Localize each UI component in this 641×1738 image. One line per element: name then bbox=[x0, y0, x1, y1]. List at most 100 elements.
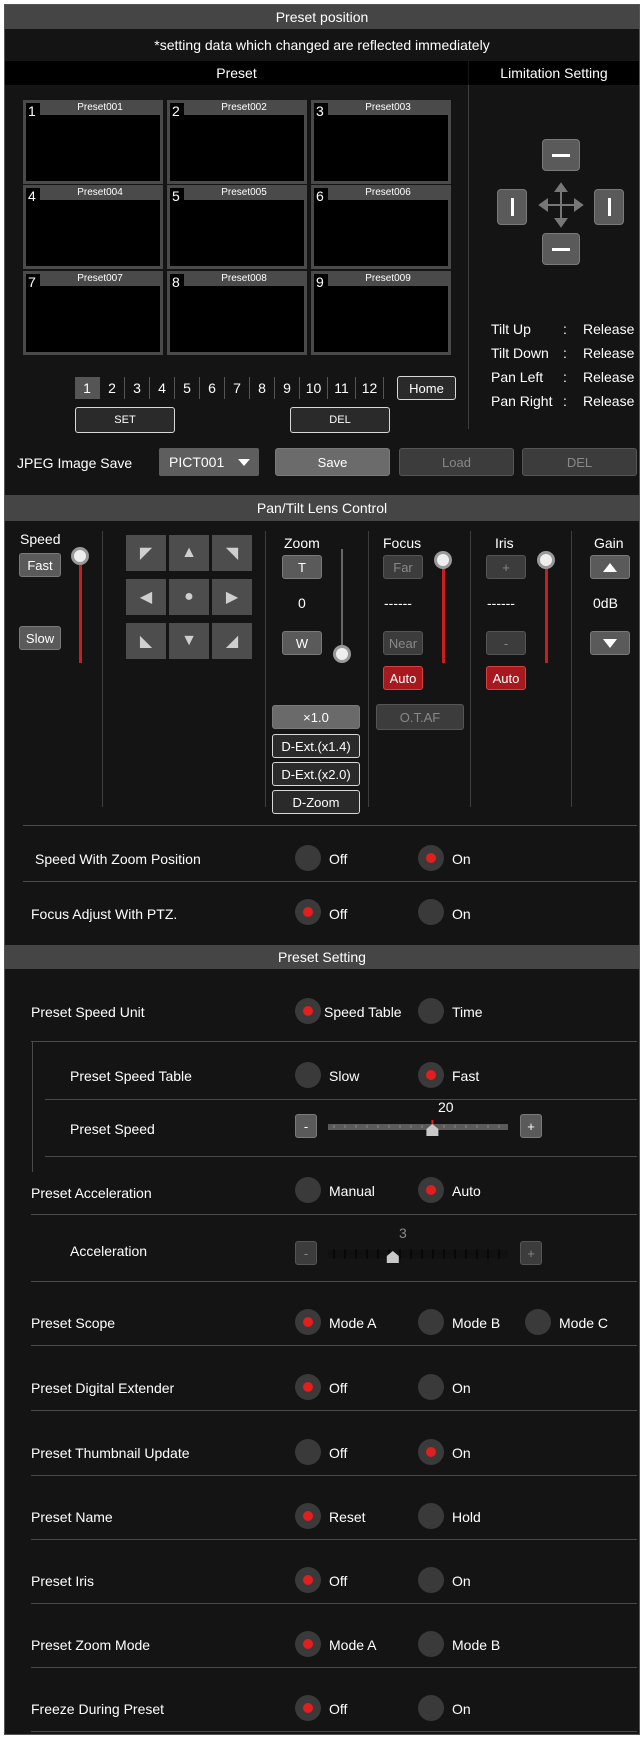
limit-pan-right-button[interactable] bbox=[594, 189, 624, 225]
preset-thumbnail[interactable]: Preset004 4 bbox=[23, 185, 163, 269]
preset-thumbnail[interactable]: Preset008 8 bbox=[167, 271, 307, 355]
acceleration-auto-radio[interactable] bbox=[418, 1177, 444, 1203]
preset-page-2[interactable]: 2 bbox=[100, 377, 125, 399]
preset-page-12[interactable]: 12 bbox=[356, 377, 384, 399]
preset-thumbnail[interactable]: Preset007 7 bbox=[23, 271, 163, 355]
preset-thumbnail[interactable]: Preset002 2 bbox=[167, 100, 307, 184]
preset-freeze-opt1-radio[interactable] bbox=[295, 1695, 321, 1721]
dzoom-button[interactable]: D-Zoom bbox=[272, 790, 360, 814]
preset-thumbnail[interactable]: Preset005 5 bbox=[167, 185, 307, 269]
preset-zoom-mode-opt2-label: Mode B bbox=[452, 1637, 501, 1653]
pt-left-button[interactable]: ◀ bbox=[126, 579, 166, 615]
preset-thumbnail[interactable]: Preset003 3 bbox=[311, 100, 451, 184]
pt-down-left-button[interactable]: ◣ bbox=[126, 623, 166, 659]
focus-slider-knob[interactable] bbox=[434, 551, 452, 569]
jpeg-load-button[interactable]: Load bbox=[399, 448, 514, 476]
pt-down-right-button[interactable]: ◢ bbox=[212, 623, 252, 659]
gain-down-button[interactable] bbox=[590, 631, 630, 655]
preset-page-6[interactable]: 6 bbox=[200, 377, 225, 399]
home-button[interactable]: Home bbox=[397, 376, 456, 400]
focus-near-button[interactable]: Near bbox=[383, 631, 423, 655]
preset-zoom-mode-opt2-radio[interactable] bbox=[418, 1631, 444, 1657]
preset-zoom-mode-opt1-radio[interactable] bbox=[295, 1631, 321, 1657]
limit-row-sep: : bbox=[563, 321, 567, 337]
preset-page-9[interactable]: 9 bbox=[275, 377, 300, 399]
preset-page-5[interactable]: 5 bbox=[175, 377, 200, 399]
speed-slider-track[interactable] bbox=[79, 564, 82, 663]
iris-slider-knob[interactable] bbox=[537, 551, 555, 569]
acceleration-minus-button[interactable]: - bbox=[295, 1241, 317, 1265]
speed-fast-button[interactable]: Fast bbox=[19, 553, 61, 577]
preset-page-7[interactable]: 7 bbox=[225, 377, 250, 399]
focus-ptz-off-radio[interactable] bbox=[295, 899, 321, 925]
set-button[interactable]: SET bbox=[75, 407, 175, 433]
preset-scope-opt3-radio[interactable] bbox=[525, 1309, 551, 1335]
preset-page-3[interactable]: 3 bbox=[125, 377, 150, 399]
dext-1-4-button[interactable]: D-Ext.(x1.4) bbox=[272, 734, 360, 758]
preset-scope-opt2-radio[interactable] bbox=[418, 1309, 444, 1335]
preset-scope-opt1-radio[interactable] bbox=[295, 1309, 321, 1335]
page: Preset position *setting data which chan… bbox=[0, 0, 641, 1738]
gain-up-button[interactable] bbox=[590, 555, 630, 579]
del-button[interactable]: DEL bbox=[290, 407, 390, 433]
preset-speed-slider[interactable] bbox=[328, 1120, 508, 1136]
pt-up-right-button[interactable]: ◥ bbox=[212, 535, 252, 571]
preset-page-11[interactable]: 11 bbox=[328, 377, 356, 399]
limit-pan-left-button[interactable] bbox=[497, 189, 527, 225]
speed-unit-time-radio[interactable] bbox=[418, 998, 444, 1024]
speed-table-slow-radio[interactable] bbox=[295, 1062, 321, 1088]
iris-slider-track[interactable] bbox=[545, 568, 548, 663]
speed-unit-table-radio[interactable] bbox=[295, 998, 321, 1024]
preset-thumb-update-opt2-radio[interactable] bbox=[418, 1439, 444, 1465]
preset-speed-minus-button[interactable]: - bbox=[295, 1114, 317, 1138]
pt-right-button[interactable]: ▶ bbox=[212, 579, 252, 615]
focus-far-button[interactable]: Far bbox=[383, 555, 423, 579]
jpeg-file-select[interactable]: PICT001 bbox=[159, 448, 259, 476]
focus-auto-button[interactable]: Auto bbox=[383, 666, 423, 690]
speed-slider-knob[interactable] bbox=[71, 547, 89, 565]
preset-speed-plus-button[interactable]: + bbox=[520, 1114, 542, 1138]
jpeg-save-button[interactable]: Save bbox=[275, 448, 390, 476]
pt-up-button[interactable]: ▲ bbox=[169, 535, 209, 571]
preset-digital-ext-opt1-radio[interactable] bbox=[295, 1374, 321, 1400]
speed-table-fast-radio[interactable] bbox=[418, 1062, 444, 1088]
pt-down-button[interactable]: ▼ bbox=[169, 623, 209, 659]
otaf-button[interactable]: O.T.AF bbox=[376, 704, 464, 730]
preset-freeze-opt2-radio[interactable] bbox=[418, 1695, 444, 1721]
iris-plus-button[interactable]: + bbox=[486, 555, 526, 579]
preset-page-1[interactable]: 1 bbox=[75, 377, 100, 399]
iris-auto-button[interactable]: Auto bbox=[486, 666, 526, 690]
dext-2-0-button[interactable]: D-Ext.(x2.0) bbox=[272, 762, 360, 786]
speed-zoom-on-radio[interactable] bbox=[418, 845, 444, 871]
acceleration-slider[interactable] bbox=[328, 1247, 508, 1269]
jpeg-del-button[interactable]: DEL bbox=[522, 448, 637, 476]
pt-home-button[interactable]: ● bbox=[169, 579, 209, 615]
zoom-tele-button[interactable]: T bbox=[282, 555, 322, 579]
zoom-slider-track[interactable] bbox=[341, 549, 343, 655]
preset-iris-opt1-radio[interactable] bbox=[295, 1567, 321, 1593]
speed-zoom-off-radio[interactable] bbox=[295, 845, 321, 871]
limit-tilt-up-button[interactable] bbox=[542, 139, 580, 171]
focus-ptz-on-radio[interactable] bbox=[418, 899, 444, 925]
iris-minus-button[interactable]: - bbox=[486, 631, 526, 655]
focus-slider-track[interactable] bbox=[442, 568, 445, 663]
zoom-x1-button[interactable]: ×1.0 bbox=[272, 705, 360, 729]
preset-page-10[interactable]: 10 bbox=[300, 377, 328, 399]
zoom-wide-button[interactable]: W bbox=[282, 631, 322, 655]
preset-thumbnail[interactable]: Preset006 6 bbox=[311, 185, 451, 269]
preset-page-8[interactable]: 8 bbox=[250, 377, 275, 399]
preset-iris-opt2-radio[interactable] bbox=[418, 1567, 444, 1593]
preset-name-opt2-radio[interactable] bbox=[418, 1503, 444, 1529]
zoom-slider-knob[interactable] bbox=[333, 645, 351, 663]
preset-name-opt1-radio[interactable] bbox=[295, 1503, 321, 1529]
acceleration-plus-button[interactable]: + bbox=[520, 1241, 542, 1265]
speed-slow-button[interactable]: Slow bbox=[19, 626, 61, 650]
acceleration-manual-radio[interactable] bbox=[295, 1177, 321, 1203]
preset-page-4[interactable]: 4 bbox=[150, 377, 175, 399]
limit-tilt-down-button[interactable] bbox=[542, 233, 580, 265]
preset-thumb-update-opt1-radio[interactable] bbox=[295, 1439, 321, 1465]
preset-digital-ext-opt2-radio[interactable] bbox=[418, 1374, 444, 1400]
preset-thumbnail[interactable]: Preset001 1 bbox=[23, 100, 163, 184]
pt-up-left-button[interactable]: ◤ bbox=[126, 535, 166, 571]
preset-thumbnail[interactable]: Preset009 9 bbox=[311, 271, 451, 355]
